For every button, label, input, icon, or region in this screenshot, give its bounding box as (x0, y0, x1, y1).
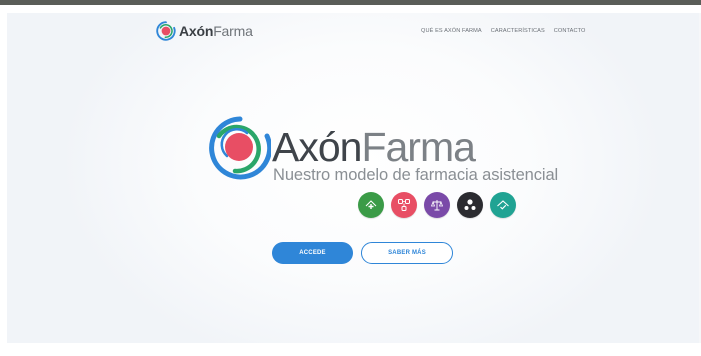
hero-brand-name: AxónFarma (272, 124, 476, 170)
main-nav: QUÉ ES AXÓN FARMA CARACTERÍSTICAS CONTAC… (421, 28, 585, 34)
scale-icon (424, 192, 450, 218)
header-logo[interactable]: AxónFarma (156, 21, 253, 41)
molecule-icon (457, 192, 483, 218)
axon-logo-icon (156, 21, 176, 41)
window-top-bar (0, 0, 701, 5)
header-brand-name: AxónFarma (179, 23, 253, 39)
house-check-icon (490, 192, 516, 218)
feature-icons (358, 192, 516, 218)
hero-tagline: Nuestro modelo de farmacia asistencial (273, 166, 559, 184)
accede-button[interactable]: ACCEDE (272, 242, 353, 264)
nav-item-que-es[interactable]: QUÉ ES AXÓN FARMA (421, 28, 482, 34)
nav-item-caracteristicas[interactable]: CARACTERÍSTICAS (491, 28, 545, 34)
saber-mas-button[interactable]: SABER MÁS (361, 242, 453, 264)
nav-item-contacto[interactable]: CONTACTO (554, 28, 586, 34)
pharmacy-cross-icon (358, 192, 384, 218)
network-nodes-icon (391, 192, 417, 218)
hero-logo-icon (209, 116, 271, 180)
